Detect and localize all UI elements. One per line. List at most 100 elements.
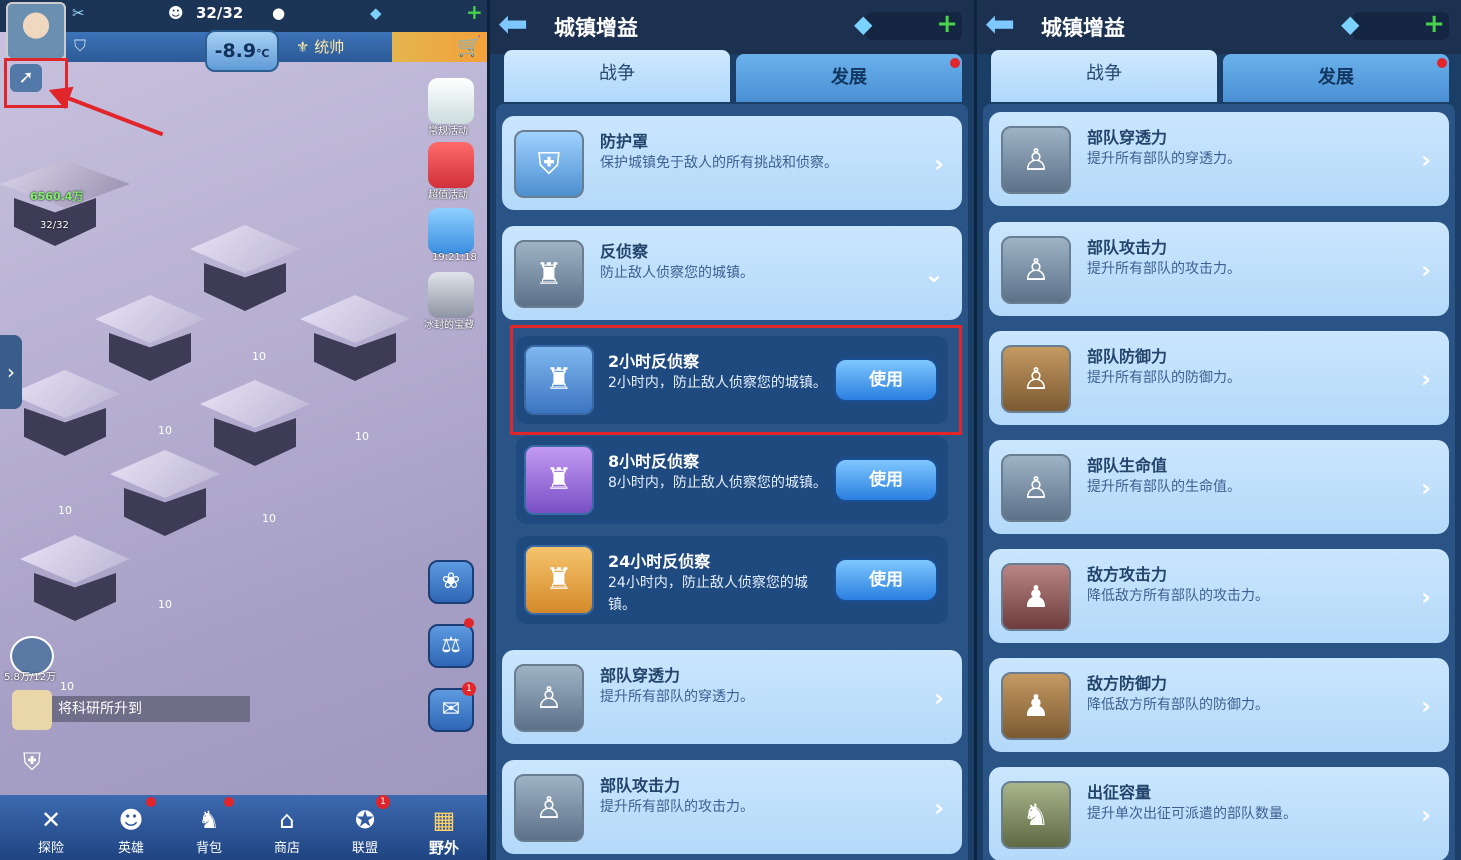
chevron-right-icon[interactable]: › — [934, 684, 944, 712]
add-gem-icon[interactable]: + — [936, 9, 958, 39]
buff-card-penetration[interactable]: ♙ 部队穿透力 提升所有部队的穿透力。 › — [502, 650, 962, 744]
buff-card-attack[interactable]: ♙ 部队攻击力 提升所有部队的攻击力。 › — [989, 222, 1449, 316]
buff-card-penetration[interactable]: ♙ 部队穿透力 提升所有部队的穿透力。 › — [989, 112, 1449, 206]
chevron-right-icon[interactable]: › — [934, 794, 944, 822]
snow-house[interactable] — [110, 450, 220, 540]
hero-icon: ☻ — [118, 806, 144, 834]
use-button[interactable]: 使用 — [834, 558, 938, 602]
rifle-soldier-icon: ♙ — [1001, 236, 1071, 304]
buff-card-march-capacity[interactable]: ♞ 出征容量 提升单次出征可派遣的部队数量。 › — [989, 767, 1449, 860]
commander-label: 统帅 — [314, 38, 345, 56]
use-button[interactable]: 使用 — [834, 458, 938, 502]
nav-wild[interactable]: ▦ 野外 — [404, 795, 484, 860]
back-arrow-icon[interactable]: ⬅ — [498, 6, 544, 46]
tab-develop[interactable]: 发展 — [1223, 54, 1449, 102]
gem-icon: ◆ — [370, 4, 382, 22]
temperature-value: -8.9 — [214, 40, 257, 62]
main-building[interactable] — [0, 160, 130, 250]
chevron-right-icon[interactable]: › — [934, 150, 944, 178]
flamethrower-soldier-icon: ♙ — [514, 664, 584, 732]
chevron-right-icon[interactable]: › — [1421, 583, 1431, 611]
buff-card-health[interactable]: ♙ 部队生命值 提升所有部队的生命值。 › — [989, 440, 1449, 534]
nav-bag[interactable]: ♞ 背包 — [174, 795, 244, 860]
buff-card-enemy-attack[interactable]: ♟ 敌方攻击力 降低敌方所有部队的攻击力。 › — [989, 549, 1449, 643]
back-arrow-icon[interactable]: ⬅ — [985, 6, 1031, 46]
power-label: 6560.4万 — [30, 190, 84, 203]
snow-house[interactable] — [300, 295, 410, 385]
nav-heroes[interactable]: ☻ 英雄 — [96, 795, 166, 860]
notification-dot — [464, 618, 474, 628]
town-buff-panel-war: ⬅ 城镇增益 ◆ + 战争 发展 ⛨ 防护罩 保护城镇免于敌人的所有挑战和侦察。… — [490, 0, 974, 860]
scroll-icon[interactable] — [12, 690, 52, 730]
chevron-right-icon[interactable]: › — [1421, 474, 1431, 502]
paw-icon[interactable]: ❀ — [428, 560, 474, 604]
game-map-view[interactable]: ✂ ☻ 32/32 ● ◆ + ⛉ -8.9℃ ⚜ 统帅 🛒 ➚ 10 10 1… — [0, 0, 490, 860]
mail-badge: 1 — [462, 682, 476, 696]
stamina-label: 32/32 — [40, 220, 69, 231]
alliance-badge: 1 — [376, 795, 390, 809]
shield-icon[interactable]: ⛉ — [74, 36, 86, 56]
tab-war[interactable]: 战争 — [991, 50, 1217, 102]
event-label: 超值活动 — [428, 190, 468, 201]
buff-card-defense[interactable]: ♙ 部队防御力 提升所有部队的防御力。 › — [989, 331, 1449, 425]
event-label: 冰封的宝藏 — [424, 320, 474, 331]
snow-house[interactable] — [20, 535, 130, 625]
bottom-nav: ✕ 探险 ☻ 英雄 ♞ 背包 ⌂ 商店 ✪ 联盟 ▦ 野外 1 — [0, 795, 490, 860]
panel-header: ⬅ 城镇增益 ◆ + — [490, 0, 974, 54]
tab-war[interactable]: 战争 — [504, 50, 730, 102]
scales-icon[interactable]: ⚖ — [428, 624, 474, 668]
page-title: 城镇增益 — [554, 16, 638, 40]
expand-left-icon[interactable]: › — [0, 335, 22, 409]
buff-list: ♙ 部队穿透力 提升所有部队的穿透力。 › ♙ 部队攻击力 提升所有部队的攻击力… — [983, 104, 1455, 860]
chevron-down-icon[interactable]: ⌄ — [924, 260, 944, 288]
tools-icon[interactable]: ✂ — [72, 4, 85, 22]
house-level: 10 — [252, 350, 266, 363]
tab-develop[interactable]: 发展 — [736, 54, 962, 102]
buff-card-enemy-defense[interactable]: ♟ 敌方防御力 降低敌方所有部队的防御力。 › — [989, 658, 1449, 752]
nav-alliance[interactable]: ✪ 联盟 — [330, 795, 400, 860]
knight-icon[interactable] — [428, 272, 474, 318]
buff-list: ⛨ 防护罩 保护城镇免于敌人的所有挑战和侦察。 › ♜ 反侦察 防止敌人侦察您的… — [496, 104, 968, 860]
house-level: 10 — [60, 680, 74, 693]
chevron-right-icon[interactable]: › — [1421, 256, 1431, 284]
anti-scout-24h: ♜ 24小时反侦察 24小时内，防止敌人侦察您的城镇。 使用 — [516, 536, 948, 624]
gift-icon[interactable] — [428, 142, 474, 188]
map-icon: ▦ — [432, 806, 456, 834]
shop-banner[interactable]: 🛒 — [392, 32, 488, 62]
notification-dot — [146, 797, 156, 807]
buff-card-attack[interactable]: ♙ 部队攻击力 提升所有部队的攻击力。 › — [502, 760, 962, 854]
snow-house[interactable] — [10, 370, 120, 460]
banner-icon[interactable]: ⛨ — [16, 748, 48, 780]
chevron-right-icon[interactable]: › — [1421, 365, 1431, 393]
calendar-icon[interactable] — [428, 208, 474, 254]
store-icon: ⌂ — [279, 806, 295, 834]
anti-scout-8h: ♜ 8小时反侦察 8小时内，防止敌人侦察您的城镇。 使用 — [516, 436, 948, 524]
nav-shop[interactable]: ⌂ 商店 — [252, 795, 322, 860]
chevron-right-icon[interactable]: › — [1421, 801, 1431, 829]
page-title: 城镇增益 — [1041, 16, 1125, 40]
notification-dot — [224, 797, 234, 807]
tab-bar: 战争 发展 — [977, 50, 1461, 108]
gem-icon: ◆ — [854, 10, 873, 38]
nav-explore[interactable]: ✕ 探险 — [16, 795, 86, 860]
alliance-icon: ✪ — [354, 806, 376, 834]
commander-badge[interactable]: ⚜ 统帅 — [296, 36, 344, 57]
snow-house[interactable] — [190, 225, 300, 315]
enemy-soldier-icon: ♟ — [1001, 563, 1071, 631]
buff-card-shield[interactable]: ⛨ 防护罩 保护城镇免于敌人的所有挑战和侦察。 › — [502, 116, 962, 210]
town-buff-panel-troops: ⬅ 城镇增益 ◆ + 战争 发展 ♙ 部队穿透力 提升所有部队的穿透力。 › ♙… — [977, 0, 1461, 860]
bag-icon: ♞ — [198, 806, 220, 834]
clipboard-icon[interactable] — [428, 78, 474, 124]
buff-card-anti-scout[interactable]: ♜ 反侦察 防止敌人侦察您的城镇。 ⌄ — [502, 226, 962, 320]
temperature-widget[interactable]: -8.9℃ — [205, 30, 279, 72]
rifle-soldier-icon: ♙ — [514, 774, 584, 842]
gem-slot: ◆ + — [1341, 9, 1449, 40]
add-gem-icon[interactable]: + — [466, 0, 483, 24]
flamethrower-soldier-icon: ♙ — [1001, 126, 1071, 194]
chevron-right-icon[interactable]: › — [1421, 692, 1431, 720]
shield-soldier-icon: ♙ — [1001, 345, 1071, 413]
player-avatar[interactable] — [6, 2, 66, 60]
add-gem-icon[interactable]: + — [1423, 9, 1445, 39]
hero-portrait-icon: ☻ — [168, 4, 184, 22]
chevron-right-icon[interactable]: › — [1421, 146, 1431, 174]
